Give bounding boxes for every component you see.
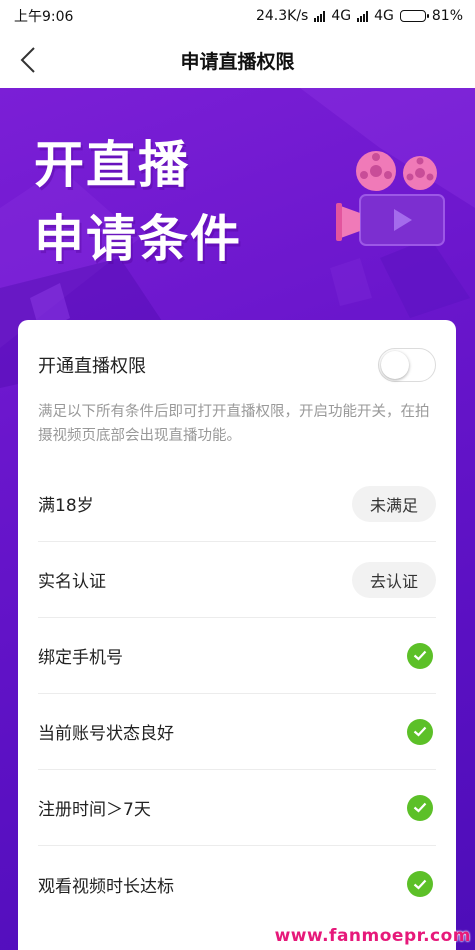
- status-icons: 24.3K/s 4G 4G 81%: [256, 8, 463, 24]
- not-met-button[interactable]: 未满足: [352, 485, 436, 522]
- permission-card: 开通直播权限 满足以下所有条件后即可打开直播权限，开启功能开关，在拍摄视频页底部…: [18, 320, 456, 950]
- status-time: 上午9:06: [14, 9, 74, 25]
- condition-row-age: 满18岁 未满足: [38, 466, 436, 542]
- condition-list: 满18岁 未满足 实名认证 去认证 绑定手机号 当前账号状态良好 注册时间＞7天…: [38, 466, 436, 922]
- condition-label: 观看视频时长达标: [38, 876, 174, 897]
- chevron-left-icon: [20, 47, 35, 73]
- nav-bar: 申请直播权限: [0, 32, 475, 88]
- condition-row-phone: 绑定手机号: [38, 618, 436, 694]
- check-icon: [407, 718, 433, 745]
- condition-label: 实名认证: [38, 572, 106, 592]
- permission-row: 开通直播权限: [38, 320, 436, 404]
- signal-bars-icon: [357, 10, 369, 22]
- network-type-2: 4G: [374, 8, 394, 24]
- permission-label: 开通直播权限: [38, 356, 146, 377]
- network-type-1: 4G: [331, 8, 352, 24]
- condition-row-realname: 实名认证 去认证: [38, 542, 436, 618]
- condition-row-watchtime: 观看视频时长达标: [38, 846, 436, 922]
- verify-button[interactable]: 去认证: [352, 561, 436, 598]
- condition-row-account: 当前账号状态良好: [38, 694, 436, 770]
- status-bar: 上午9:06 24.3K/s 4G 4G 81%: [0, 0, 475, 32]
- condition-label: 满18岁: [38, 496, 94, 516]
- network-speed: 24.3K/s: [255, 8, 309, 24]
- check-icon: [407, 794, 433, 821]
- toggle-knob: [381, 351, 409, 379]
- condition-label: 当前账号状态良好: [38, 724, 174, 744]
- banner-title: 开直播 申请条件: [34, 128, 242, 276]
- condition-label: 绑定手机号: [38, 648, 123, 668]
- signal-bars-icon: [314, 10, 326, 22]
- battery-percent: 81%: [431, 8, 463, 24]
- condition-row-registration: 注册时间＞7天: [38, 770, 436, 846]
- page-title: 申请直播权限: [180, 50, 295, 73]
- condition-label: 注册时间＞7天: [38, 800, 151, 820]
- back-button[interactable]: [14, 46, 42, 74]
- watermark: www.fanmoepr.com: [274, 926, 471, 946]
- live-permission-toggle[interactable]: [378, 348, 436, 382]
- banner-title-line2: 申请条件: [34, 210, 242, 268]
- check-icon: [407, 871, 433, 897]
- battery-icon: [399, 10, 429, 22]
- banner-title-line1: 开直播: [34, 136, 190, 194]
- check-icon: [407, 642, 433, 669]
- movie-camera-icon: [336, 151, 445, 246]
- permission-description: 满足以下所有条件后即可打开直播权限，开启功能开关，在拍摄视频页底部会出现直播功能…: [38, 404, 430, 444]
